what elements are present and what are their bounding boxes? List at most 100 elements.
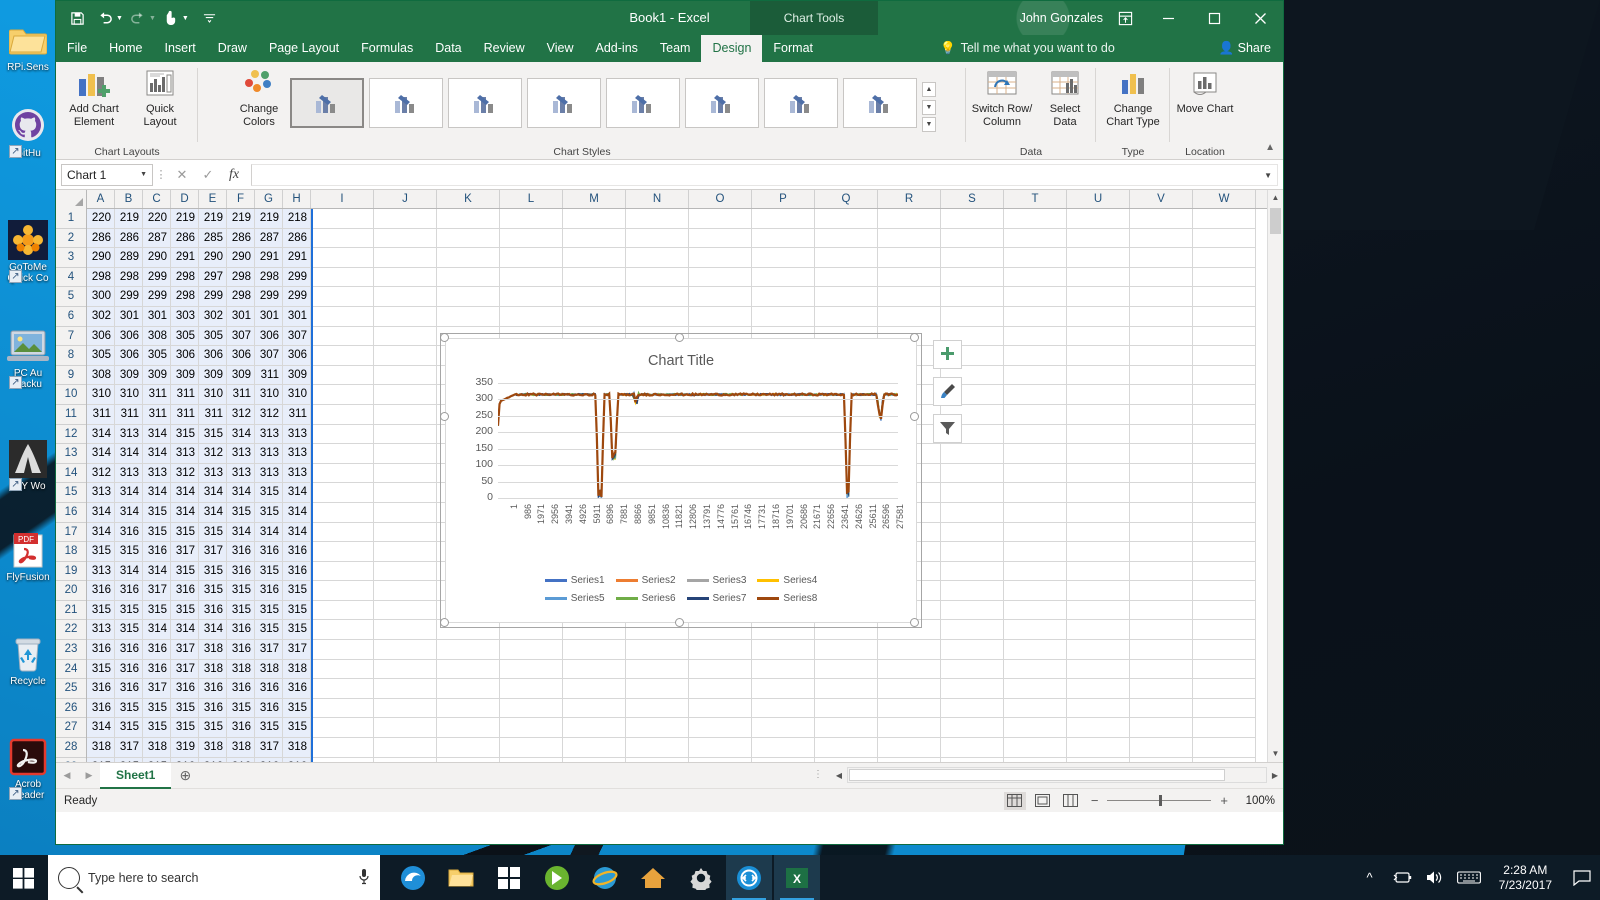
cell-S22[interactable] bbox=[941, 620, 1004, 640]
cell-D6[interactable]: 303 bbox=[171, 307, 199, 327]
cell-H2[interactable]: 286 bbox=[283, 229, 311, 249]
cell-S26[interactable] bbox=[941, 699, 1004, 719]
cell-F23[interactable]: 316 bbox=[227, 640, 255, 660]
cell-M27[interactable] bbox=[563, 718, 626, 738]
cell-D8[interactable]: 306 bbox=[171, 346, 199, 366]
page-break-view-icon[interactable] bbox=[1060, 792, 1082, 810]
taskbar-app-excel[interactable]: X bbox=[774, 855, 820, 900]
column-header-S[interactable]: S bbox=[941, 190, 1004, 208]
cell-E12[interactable]: 315 bbox=[199, 425, 227, 445]
cell-T19[interactable] bbox=[1004, 562, 1067, 582]
row-header-5[interactable]: 5 bbox=[56, 287, 86, 307]
column-header-O[interactable]: O bbox=[689, 190, 752, 208]
column-header-W[interactable]: W bbox=[1193, 190, 1256, 208]
cell-B9[interactable]: 309 bbox=[115, 366, 143, 386]
cell-F6[interactable]: 301 bbox=[227, 307, 255, 327]
row-header-12[interactable]: 12 bbox=[56, 425, 86, 445]
cell-Q2[interactable] bbox=[815, 229, 878, 249]
cell-E2[interactable]: 285 bbox=[199, 229, 227, 249]
cell-N5[interactable] bbox=[626, 287, 689, 307]
cell-H1[interactable]: 218 bbox=[283, 209, 311, 229]
cell-B22[interactable]: 315 bbox=[115, 620, 143, 640]
cell-D3[interactable]: 291 bbox=[171, 248, 199, 268]
cell-U17[interactable] bbox=[1067, 523, 1130, 543]
row-header-23[interactable]: 23 bbox=[56, 640, 86, 660]
cell-B2[interactable]: 286 bbox=[115, 229, 143, 249]
chart-style-option-1[interactable] bbox=[290, 78, 364, 128]
cell-H13[interactable]: 313 bbox=[283, 444, 311, 464]
cell-W27[interactable] bbox=[1193, 718, 1256, 738]
cell-B8[interactable]: 306 bbox=[115, 346, 143, 366]
cell-E18[interactable]: 317 bbox=[199, 542, 227, 562]
cell-I24[interactable] bbox=[311, 660, 374, 680]
column-header-L[interactable]: L bbox=[500, 190, 563, 208]
cell-D9[interactable]: 309 bbox=[171, 366, 199, 386]
cell-T21[interactable] bbox=[1004, 601, 1067, 621]
cell-H7[interactable]: 307 bbox=[283, 327, 311, 347]
cell-G24[interactable]: 318 bbox=[255, 660, 283, 680]
cell-C11[interactable]: 311 bbox=[143, 405, 171, 425]
page-layout-view-icon[interactable] bbox=[1032, 792, 1054, 810]
row-header-18[interactable]: 18 bbox=[56, 542, 86, 562]
cell-G13[interactable]: 313 bbox=[255, 444, 283, 464]
cell-G17[interactable]: 314 bbox=[255, 523, 283, 543]
chart-style-option-2[interactable] bbox=[369, 78, 443, 128]
cell-T5[interactable] bbox=[1004, 287, 1067, 307]
cell-T25[interactable] bbox=[1004, 679, 1067, 699]
tab-review[interactable]: Review bbox=[473, 35, 536, 62]
column-header-F[interactable]: F bbox=[227, 190, 255, 208]
cell-D10[interactable]: 311 bbox=[171, 385, 199, 405]
row-header-6[interactable]: 6 bbox=[56, 307, 86, 327]
cell-K6[interactable] bbox=[437, 307, 500, 327]
cell-F8[interactable]: 306 bbox=[227, 346, 255, 366]
cell-F24[interactable]: 318 bbox=[227, 660, 255, 680]
cell-D20[interactable]: 316 bbox=[171, 581, 199, 601]
cell-W13[interactable] bbox=[1193, 444, 1256, 464]
cell-B16[interactable]: 314 bbox=[115, 503, 143, 523]
cell-H24[interactable]: 318 bbox=[283, 660, 311, 680]
cell-R3[interactable] bbox=[878, 248, 941, 268]
cancel-icon[interactable]: ✕ bbox=[169, 164, 195, 186]
tab-draw[interactable]: Draw bbox=[207, 35, 258, 62]
cell-C15[interactable]: 314 bbox=[143, 483, 171, 503]
cell-V27[interactable] bbox=[1130, 718, 1193, 738]
cell-O28[interactable] bbox=[689, 738, 752, 758]
cell-I11[interactable] bbox=[311, 405, 374, 425]
clock[interactable]: 2:28 AM 7/23/2017 bbox=[1489, 863, 1562, 893]
select-data-button[interactable]: Select Data bbox=[1037, 66, 1093, 128]
cell-G23[interactable]: 317 bbox=[255, 640, 283, 660]
cell-Q26[interactable] bbox=[815, 699, 878, 719]
cell-Q23[interactable] bbox=[815, 640, 878, 660]
cell-W11[interactable] bbox=[1193, 405, 1256, 425]
cell-N27[interactable] bbox=[626, 718, 689, 738]
cell-J25[interactable] bbox=[374, 679, 437, 699]
cell-N26[interactable] bbox=[626, 699, 689, 719]
cell-J10[interactable] bbox=[374, 385, 437, 405]
cell-C6[interactable]: 301 bbox=[143, 307, 171, 327]
cell-B20[interactable]: 316 bbox=[115, 581, 143, 601]
cell-P25[interactable] bbox=[752, 679, 815, 699]
cell-Q27[interactable] bbox=[815, 718, 878, 738]
cell-I28[interactable] bbox=[311, 738, 374, 758]
cell-I16[interactable] bbox=[311, 503, 374, 523]
row-header-27[interactable]: 27 bbox=[56, 718, 86, 738]
cell-W6[interactable] bbox=[1193, 307, 1256, 327]
cell-U24[interactable] bbox=[1067, 660, 1130, 680]
cell-H28[interactable]: 318 bbox=[283, 738, 311, 758]
cell-V15[interactable] bbox=[1130, 483, 1193, 503]
cell-M23[interactable] bbox=[563, 640, 626, 660]
cell-V28[interactable] bbox=[1130, 738, 1193, 758]
tab-view[interactable]: View bbox=[536, 35, 585, 62]
cell-S1[interactable] bbox=[941, 209, 1004, 229]
cell-I20[interactable] bbox=[311, 581, 374, 601]
cell-F26[interactable]: 315 bbox=[227, 699, 255, 719]
cell-K2[interactable] bbox=[437, 229, 500, 249]
cell-U3[interactable] bbox=[1067, 248, 1130, 268]
cell-T3[interactable] bbox=[1004, 248, 1067, 268]
column-header-U[interactable]: U bbox=[1067, 190, 1130, 208]
cell-J1[interactable] bbox=[374, 209, 437, 229]
cell-N4[interactable] bbox=[626, 268, 689, 288]
cell-H18[interactable]: 316 bbox=[283, 542, 311, 562]
cell-E9[interactable]: 309 bbox=[199, 366, 227, 386]
cell-F1[interactable]: 219 bbox=[227, 209, 255, 229]
